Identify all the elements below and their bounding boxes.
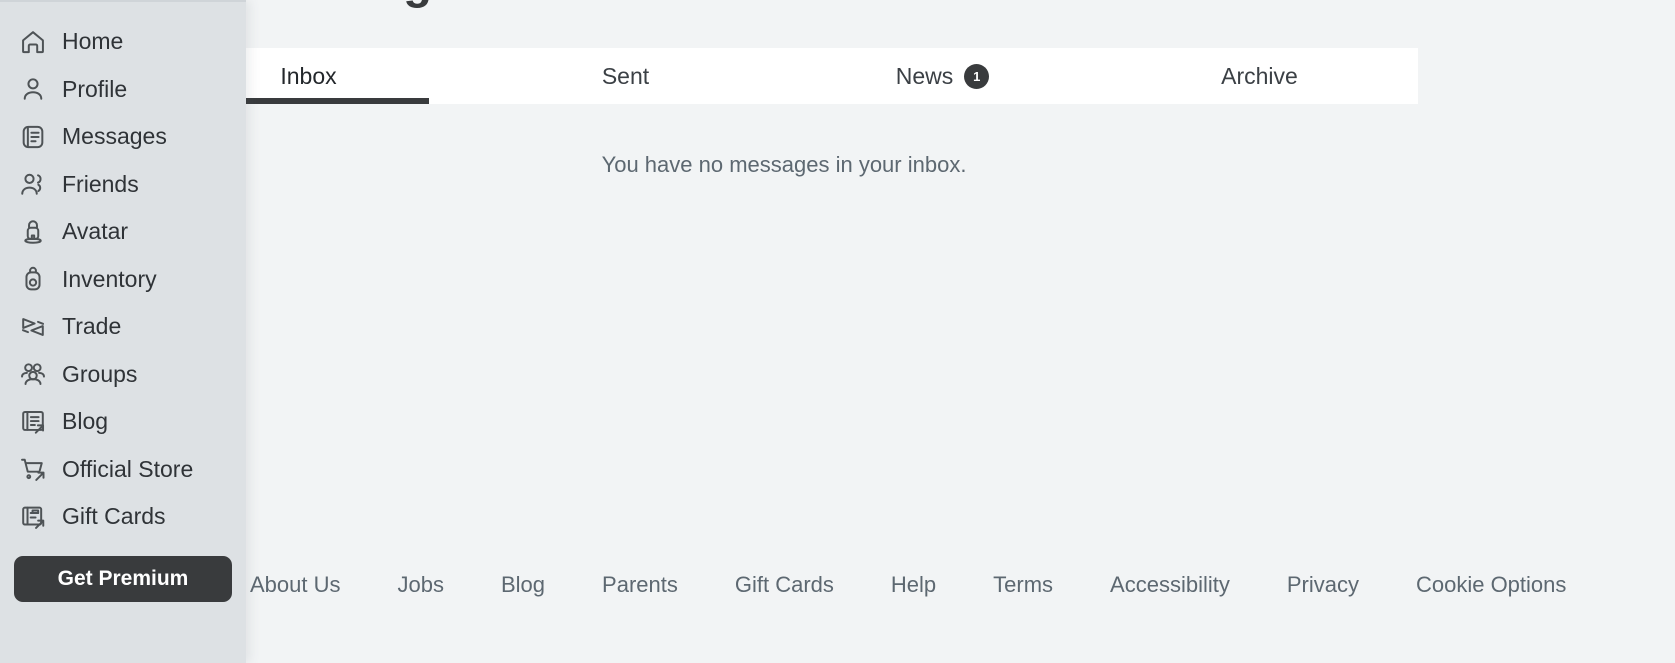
sidebar-item-profile[interactable]: Profile [0,66,246,114]
sidebar-item-groups[interactable]: Groups [0,351,246,399]
footer-link-gift-cards[interactable]: Gift Cards [735,572,834,598]
sidebar-item-avatar[interactable]: Avatar [0,208,246,256]
groups-icon [18,359,48,389]
person-icon [18,74,48,104]
tab-label: Sent [601,62,650,89]
tab-sent[interactable]: Sent [467,48,784,104]
footer-link-help[interactable]: Help [891,572,936,598]
footer-links: About Us Jobs Blog Parents Gift Cards Help Ter… [150,572,1590,598]
backpack-icon [18,264,48,294]
footer-link-cookie-options[interactable]: Cookie Options [1416,572,1566,598]
sidebar-item-label: Avatar [62,218,129,245]
sidebar-item-label: Home [62,28,124,55]
tab-badge-count: 1 [964,63,990,89]
shopping-cart-external-icon [18,454,48,484]
sidebar-item-home[interactable]: Home [0,18,246,66]
tab-archive[interactable]: Archive [1101,48,1418,104]
sidebar-nav-list: Home Profile Messages Friends Avatar Inventor… [0,18,246,541]
navigation-sidebar: Home Profile Messages Friends Avatar Inventor… [0,0,246,663]
sidebar-item-trade[interactable]: Trade [0,303,246,351]
sidebar-item-label: Groups [62,360,138,387]
gift-card-external-icon [18,502,48,532]
footer-link-accessibility[interactable]: Accessibility [1110,572,1230,598]
message-document-icon [18,122,48,152]
messages-tab-bar: Inbox Sent News 1 Archive [150,48,1418,104]
tab-label: Inbox [280,62,337,89]
footer-link-about-us[interactable]: About Us [250,572,341,598]
footer-link-terms[interactable]: Terms [993,572,1053,598]
footer-link-jobs[interactable]: Jobs [398,572,444,598]
sidebar-item-label: Official Store [62,455,194,482]
sidebar-item-gift-cards[interactable]: Gift Cards [0,493,246,541]
page-background: Messages Inbox Sent News 1 Archive You have … [0,0,1675,663]
footer-link-parents[interactable]: Parents [602,572,678,598]
tab-label: News [895,62,954,89]
app-root: Messages Inbox Sent News 1 Archive You have … [0,0,1675,663]
blog-external-icon [18,407,48,437]
page-title: Messages [262,0,483,9]
sidebar-item-messages[interactable]: Messages [0,113,246,161]
sidebar-item-inventory[interactable]: Inventory [0,256,246,304]
tab-news[interactable]: News 1 [784,48,1101,104]
sidebar-divider [0,0,246,2]
sidebar-item-label: Profile [62,75,128,102]
sidebar-item-label: Inventory [62,265,157,292]
sidebar-item-label: Trade [62,313,122,340]
friends-icon [18,169,48,199]
sidebar-item-blog[interactable]: Blog [0,398,246,446]
footer-link-blog[interactable]: Blog [501,572,545,598]
tab-label: Archive [1221,62,1298,89]
sidebar-item-label: Friends [62,170,139,197]
sidebar-item-label: Messages [62,123,167,150]
sidebar-item-friends[interactable]: Friends [0,161,246,209]
inbox-empty-message: You have no messages in your inbox. [601,152,967,177]
sidebar-item-official-store[interactable]: Official Store [0,446,246,494]
sidebar-item-label: Blog [62,408,109,435]
sidebar-item-label: Gift Cards [62,503,166,530]
footer-link-privacy[interactable]: Privacy [1287,572,1359,598]
home-icon [18,27,48,57]
get-premium-button[interactable]: Get Premium [14,556,232,602]
avatar-icon [18,217,48,247]
trade-arrows-icon [18,312,48,342]
